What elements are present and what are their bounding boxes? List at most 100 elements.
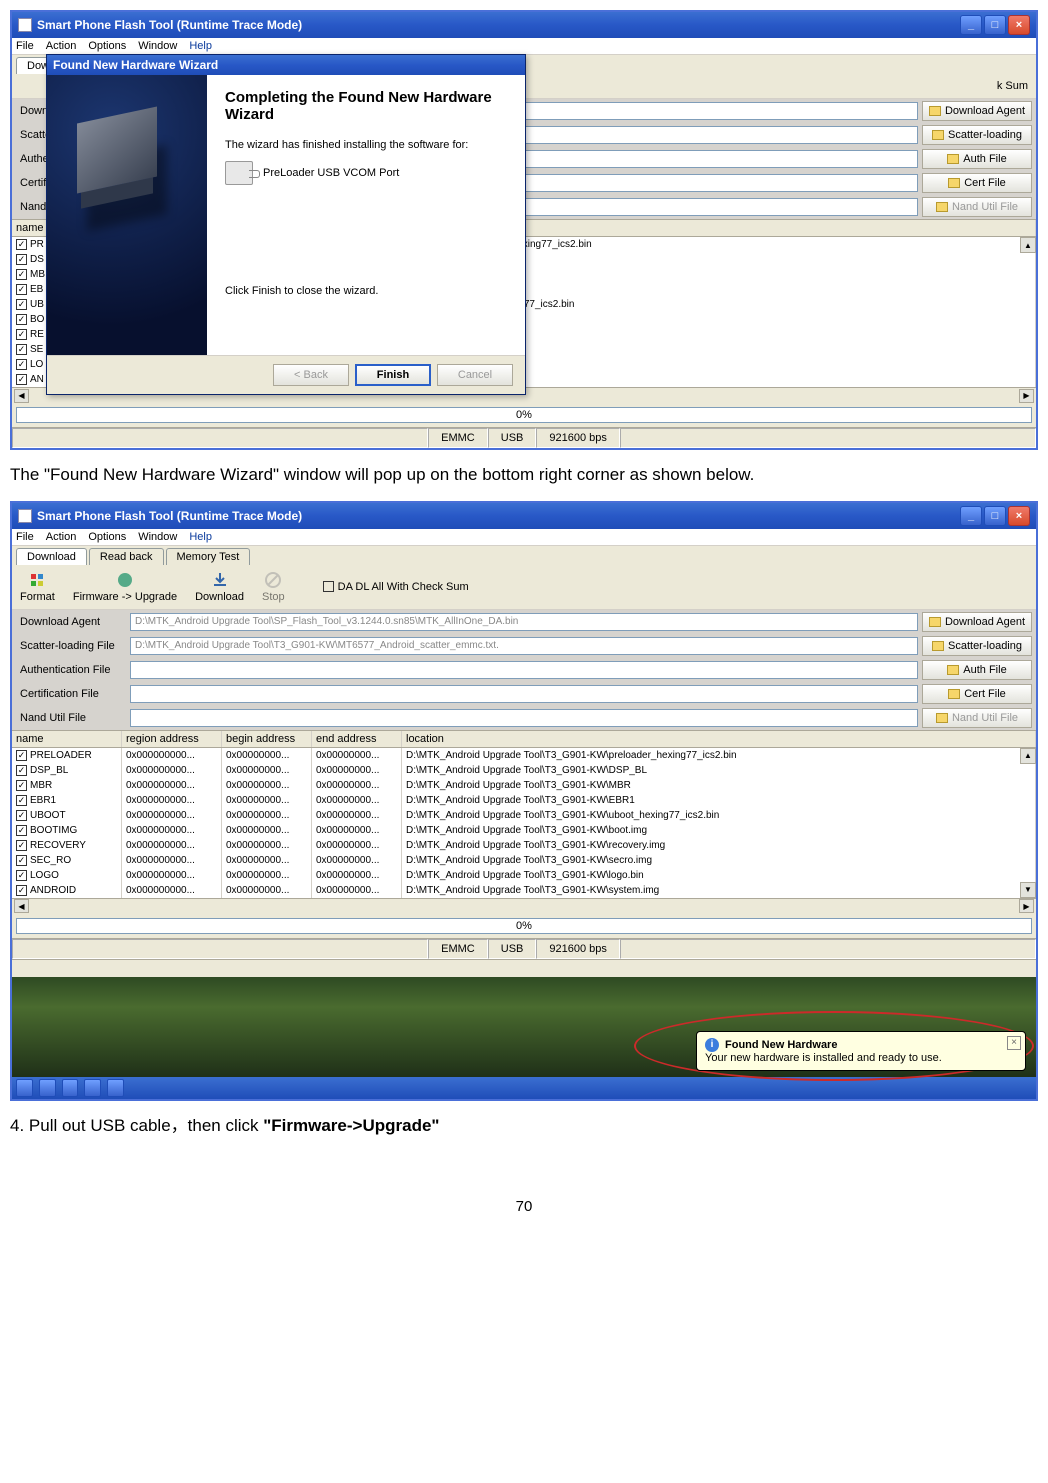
task-item[interactable] <box>107 1079 124 1097</box>
balloon-close-icon[interactable]: × <box>1007 1036 1021 1050</box>
menu-options[interactable]: Options <box>88 40 126 52</box>
row-region: 0x000000000... <box>122 763 222 778</box>
list-body[interactable]: ▲ ▼ ✓PRELOADER0x000000000...0x00000000..… <box>12 748 1036 898</box>
menu-action[interactable]: Action <box>46 40 77 52</box>
col-begin[interactable]: begin address <box>222 731 312 747</box>
da-button[interactable]: Download Agent <box>922 101 1032 121</box>
scroll-up-arrow[interactable]: ▲ <box>1020 748 1036 764</box>
table-row[interactable]: ✓BOOTIMG0x000000000...0x00000000...0x000… <box>12 823 1036 838</box>
tb-format[interactable]: Format <box>20 571 55 603</box>
horizontal-scrollbar[interactable]: ◀ ▶ <box>12 898 1036 914</box>
scroll-right-arrow[interactable]: ▶ <box>1019 899 1034 913</box>
row-checkbox[interactable]: ✓ <box>16 885 27 896</box>
titlebar-1[interactable]: Smart Phone Flash Tool (Runtime Trace Mo… <box>12 12 1036 38</box>
row-checkbox[interactable]: ✓ <box>16 825 27 836</box>
menu-window[interactable]: Window <box>138 40 177 52</box>
maximize-button[interactable]: □ <box>984 506 1006 526</box>
row-checkbox[interactable]: ✓ <box>16 855 27 866</box>
row-checkbox[interactable]: ✓ <box>16 314 27 325</box>
taskbar[interactable] <box>12 1077 1036 1099</box>
table-row[interactable]: ✓SEC_RO0x000000000...0x00000000...0x0000… <box>12 853 1036 868</box>
row-checkbox[interactable]: ✓ <box>16 870 27 881</box>
auth-button[interactable]: Auth File <box>922 149 1032 169</box>
minimize-button[interactable]: _ <box>960 506 982 526</box>
cert-label: Certification File <box>16 684 126 704</box>
scatter-button[interactable]: Scatter-loading <box>922 125 1032 145</box>
tb-download[interactable]: Download <box>195 571 244 603</box>
menu-action[interactable]: Action <box>46 531 77 543</box>
row-checkbox[interactable]: ✓ <box>16 374 27 385</box>
row-begin: 0x00000000... <box>222 763 312 778</box>
close-button[interactable]: × <box>1008 15 1030 35</box>
row-checkbox[interactable]: ✓ <box>16 840 27 851</box>
tab-download[interactable]: Download <box>16 548 87 565</box>
row-location: D:\MTK_Android Upgrade Tool\T3_G901-KW\r… <box>402 838 1036 853</box>
menu-file[interactable]: File <box>16 40 34 52</box>
row-checkbox[interactable]: ✓ <box>16 359 27 370</box>
cert-button[interactable]: Cert File <box>922 684 1032 704</box>
table-row[interactable]: ✓UBOOT0x000000000...0x00000000...0x00000… <box>12 808 1036 823</box>
row-end: 0x00000000... <box>312 838 402 853</box>
scatter-button[interactable]: Scatter-loading <box>922 636 1032 656</box>
scroll-left-arrow[interactable]: ◀ <box>14 899 29 913</box>
cert-button[interactable]: Cert File <box>922 173 1032 193</box>
auth-input[interactable] <box>130 661 918 679</box>
progress-area: 0% <box>12 403 1036 427</box>
da-input[interactable]: D:\MTK_Android Upgrade Tool\SP_Flash_Too… <box>130 613 918 631</box>
row-checkbox[interactable]: ✓ <box>16 239 27 250</box>
menu-help[interactable]: Help <box>189 40 212 52</box>
menu-window[interactable]: Window <box>138 531 177 543</box>
scroll-down-arrow[interactable]: ▼ <box>1020 882 1036 898</box>
table-row[interactable]: ✓LOGO0x000000000...0x00000000...0x000000… <box>12 868 1036 883</box>
table-row[interactable]: ✓ANDROID0x000000000...0x00000000...0x000… <box>12 883 1036 898</box>
col-location[interactable]: location <box>402 731 1036 747</box>
table-row[interactable]: ✓DSP_BL0x000000000...0x00000000...0x0000… <box>12 763 1036 778</box>
wizard-dialog[interactable]: Found New Hardware Wizard Completing the… <box>46 54 526 395</box>
col-region[interactable]: region address <box>122 731 222 747</box>
menu-options[interactable]: Options <box>88 531 126 543</box>
close-button[interactable]: × <box>1008 506 1030 526</box>
task-item[interactable] <box>84 1079 101 1097</box>
tb-firmware[interactable]: Firmware -> Upgrade <box>73 571 177 603</box>
table-row[interactable]: ✓MBR0x000000000...0x00000000...0x0000000… <box>12 778 1036 793</box>
checksum-checkbox[interactable] <box>323 581 334 592</box>
wizard-titlebar[interactable]: Found New Hardware Wizard <box>47 55 525 75</box>
task-item[interactable] <box>16 1079 33 1097</box>
table-row[interactable]: ✓PRELOADER0x000000000...0x00000000...0x0… <box>12 748 1036 763</box>
titlebar-2[interactable]: Smart Phone Flash Tool (Runtime Trace Mo… <box>12 503 1036 529</box>
row-checkbox[interactable]: ✓ <box>16 780 27 791</box>
status-bps: 921600 bps <box>536 939 620 959</box>
row-checkbox[interactable]: ✓ <box>16 750 27 761</box>
balloon-tooltip[interactable]: × iFound New Hardware Your new hardware … <box>696 1031 1026 1071</box>
row-checkbox[interactable]: ✓ <box>16 269 27 280</box>
scroll-left-arrow[interactable]: ◀ <box>14 389 29 403</box>
table-row[interactable]: ✓RECOVERY0x000000000...0x00000000...0x00… <box>12 838 1036 853</box>
row-checkbox[interactable]: ✓ <box>16 254 27 265</box>
auth-button[interactable]: Auth File <box>922 660 1032 680</box>
col-name[interactable]: name <box>12 731 122 747</box>
minimize-button[interactable]: _ <box>960 15 982 35</box>
scroll-right-arrow[interactable]: ▶ <box>1019 389 1034 403</box>
menu-help[interactable]: Help <box>189 531 212 543</box>
da-button[interactable]: Download Agent <box>922 612 1032 632</box>
tab-readback[interactable]: Read back <box>89 548 164 565</box>
row-checkbox[interactable]: ✓ <box>16 810 27 821</box>
row-checkbox[interactable]: ✓ <box>16 284 27 295</box>
row-checkbox[interactable]: ✓ <box>16 299 27 310</box>
wizard-finish-button[interactable]: Finish <box>355 364 431 386</box>
task-item[interactable] <box>62 1079 79 1097</box>
cert-input[interactable] <box>130 685 918 703</box>
scroll-up-arrow[interactable]: ▲ <box>1020 237 1036 253</box>
col-end[interactable]: end address <box>312 731 402 747</box>
row-checkbox[interactable]: ✓ <box>16 795 27 806</box>
scatter-input[interactable]: D:\MTK_Android Upgrade Tool\T3_G901-KW\M… <box>130 637 918 655</box>
maximize-button[interactable]: □ <box>984 15 1006 35</box>
table-row[interactable]: ✓EBR10x000000000...0x00000000...0x000000… <box>12 793 1036 808</box>
nand-input[interactable] <box>130 709 918 727</box>
menu-file[interactable]: File <box>16 531 34 543</box>
tab-memtest[interactable]: Memory Test <box>166 548 251 565</box>
task-item[interactable] <box>39 1079 56 1097</box>
row-checkbox[interactable]: ✓ <box>16 329 27 340</box>
row-checkbox[interactable]: ✓ <box>16 765 27 776</box>
row-checkbox[interactable]: ✓ <box>16 344 27 355</box>
